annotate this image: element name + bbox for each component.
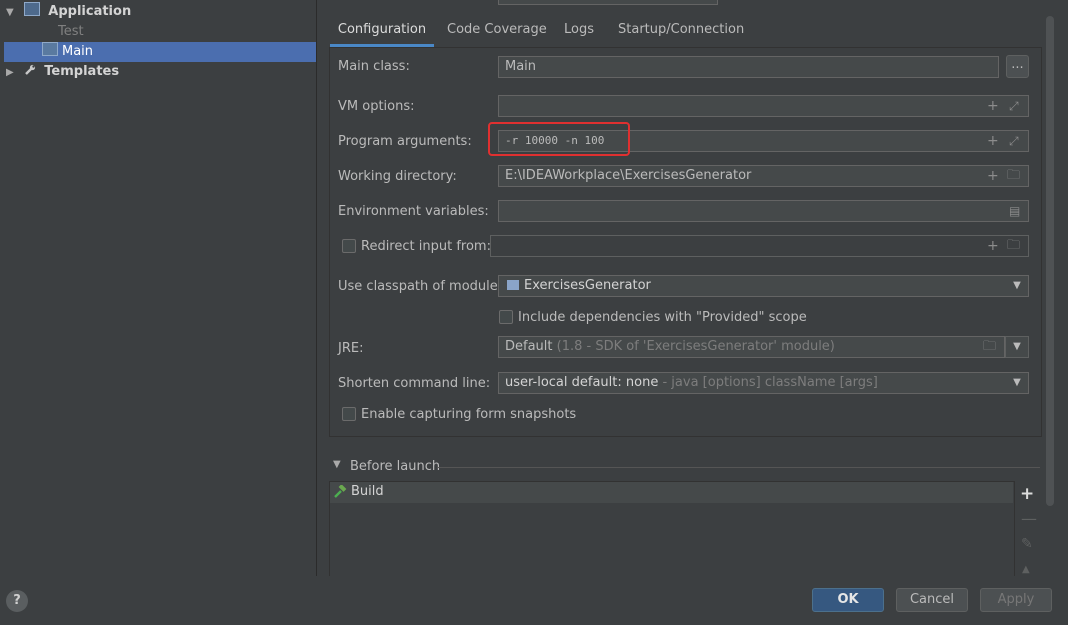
before-launch-title: Before launch bbox=[350, 459, 441, 474]
classpath-module-select[interactable]: ExercisesGenerator ▼ bbox=[498, 275, 1029, 297]
ok-button[interactable]: OK bbox=[812, 588, 884, 612]
chevron-down-icon[interactable]: ▼ bbox=[1006, 276, 1028, 296]
tree-node-application[interactable]: ▼ Application bbox=[6, 2, 131, 22]
document-icon[interactable]: ▤ bbox=[1009, 201, 1020, 221]
vm-options-field[interactable]: + ⤢ bbox=[498, 95, 1029, 117]
vm-options-label: VM options: bbox=[338, 99, 415, 114]
enable-snapshots-label: Enable capturing form snapshots bbox=[361, 407, 577, 422]
add-task-button[interactable]: + bbox=[1020, 484, 1034, 504]
jre-value: Default bbox=[505, 339, 553, 354]
module-folder-icon bbox=[507, 280, 519, 290]
main-class-label: Main class: bbox=[338, 59, 410, 74]
collapse-arrow-icon[interactable]: ▶ bbox=[6, 63, 20, 83]
application-icon bbox=[24, 2, 41, 16]
tree-label-templates: Templates bbox=[44, 64, 120, 79]
chevron-down-icon[interactable]: ▼ bbox=[1006, 373, 1028, 393]
name-field[interactable] bbox=[498, 0, 718, 5]
application-icon bbox=[42, 42, 58, 56]
redirect-input-checkbox[interactable] bbox=[342, 239, 356, 253]
browse-button[interactable]: ... bbox=[1006, 55, 1029, 78]
tree-label-main: Main bbox=[62, 44, 94, 59]
tab-code-coverage[interactable]: Code Coverage bbox=[447, 16, 547, 44]
shorten-command-line-value: user-local default: none bbox=[505, 375, 659, 390]
tab-logs[interactable]: Logs bbox=[564, 16, 594, 44]
working-directory-label: Working directory: bbox=[338, 169, 457, 184]
plus-icon[interactable]: + bbox=[987, 131, 999, 151]
cancel-button[interactable]: Cancel bbox=[896, 588, 968, 612]
classpath-module-value: ExercisesGenerator bbox=[524, 278, 651, 293]
enable-snapshots-checkbox[interactable] bbox=[342, 407, 356, 421]
list-item-label: Build bbox=[351, 484, 384, 499]
main-class-field[interactable]: Main bbox=[498, 56, 999, 78]
jre-dropdown-button[interactable]: ▼ bbox=[1005, 336, 1029, 358]
environment-variables-field[interactable]: ▤ bbox=[498, 200, 1029, 222]
tab-startup-connection[interactable]: Startup/Connection bbox=[618, 16, 744, 44]
redirect-input-field[interactable]: + 🗀 bbox=[490, 235, 1029, 257]
plus-icon[interactable]: + bbox=[987, 166, 999, 186]
classpath-module-label: Use classpath of module: bbox=[338, 279, 503, 294]
tree-label-application: Application bbox=[48, 4, 132, 19]
expand-icon[interactable]: ⤢ bbox=[1009, 96, 1019, 116]
redirect-input-label: Redirect input from: bbox=[361, 239, 491, 254]
help-button[interactable]: ? bbox=[6, 590, 28, 612]
environment-variables-label: Environment variables: bbox=[338, 204, 489, 219]
edit-pencil-icon[interactable]: ✎ bbox=[1021, 536, 1033, 552]
include-dependencies-checkbox[interactable] bbox=[499, 310, 513, 324]
expand-arrow-icon[interactable]: ▼ bbox=[6, 3, 20, 23]
move-up-icon[interactable]: ▲ bbox=[1022, 564, 1030, 575]
tab-configuration[interactable]: Configuration bbox=[330, 16, 434, 47]
working-directory-field[interactable]: E:\IDEAWorkplace\ExercisesGenerator + 🗀 bbox=[498, 165, 1029, 187]
divider bbox=[437, 467, 1040, 468]
tree-node-main[interactable]: Main bbox=[4, 42, 316, 62]
wrench-icon bbox=[24, 63, 36, 75]
expand-icon[interactable]: ⤢ bbox=[1009, 131, 1019, 151]
tree-node-templates[interactable]: ▶ Templates bbox=[6, 62, 119, 82]
plus-icon[interactable]: + bbox=[987, 236, 999, 256]
tree-label-test: Test bbox=[58, 24, 84, 39]
hammer-icon bbox=[333, 484, 347, 503]
configuration-tree: ▼ Application Test Main ▶ Templates bbox=[0, 0, 317, 577]
jre-label: JRE: bbox=[338, 341, 364, 356]
folder-icon[interactable]: 🗀 bbox=[1007, 236, 1020, 256]
shorten-command-line-select[interactable]: user-local default: none - java [options… bbox=[498, 372, 1029, 394]
scrollbar[interactable] bbox=[1046, 16, 1054, 506]
shorten-command-line-label: Shorten command line: bbox=[338, 376, 491, 391]
folder-icon[interactable]: 🗀 bbox=[983, 337, 996, 357]
shorten-command-line-hint: - java [options] className [args] bbox=[662, 375, 878, 390]
list-item-build[interactable]: Build bbox=[330, 482, 1013, 503]
jre-field[interactable]: Default (1.8 - SDK of 'ExercisesGenerato… bbox=[498, 336, 1005, 358]
plus-icon[interactable]: + bbox=[987, 96, 999, 116]
include-dependencies-label: Include dependencies with "Provided" sco… bbox=[518, 310, 807, 325]
program-arguments-label: Program arguments: bbox=[338, 134, 472, 149]
highlight-box bbox=[488, 122, 630, 156]
tree-node-test[interactable]: Test bbox=[58, 22, 84, 42]
folder-icon[interactable]: 🗀 bbox=[1007, 166, 1020, 186]
working-directory-value: E:\IDEAWorkplace\ExercisesGenerator bbox=[505, 168, 752, 183]
jre-hint: (1.8 - SDK of 'ExercisesGenerator' modul… bbox=[556, 339, 835, 354]
remove-task-button[interactable]: — bbox=[1021, 509, 1037, 528]
chevron-down-icon: ▼ bbox=[1013, 341, 1021, 352]
apply-button[interactable]: Apply bbox=[980, 588, 1052, 612]
before-launch-toggle-icon[interactable]: ▼ bbox=[333, 459, 341, 470]
